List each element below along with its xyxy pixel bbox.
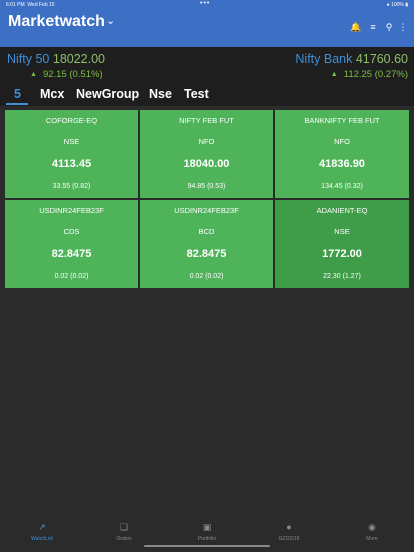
- tile-change: 134.45 (0.32): [321, 183, 363, 190]
- watchlist-tile[interactable]: COFORGE-EQ NSE 4113.45 33.55 (0.82): [5, 110, 138, 198]
- arrow-up-icon: ▲: [330, 71, 338, 78]
- tile-change: 33.55 (0.82): [52, 183, 91, 190]
- arrow-up-icon: ▲: [30, 71, 37, 78]
- home-indicator[interactable]: [144, 545, 270, 547]
- index-nifty-bank[interactable]: Nifty Bank 41760.60: [295, 52, 408, 66]
- tile-symbol: USDINR24FEB23F: [174, 206, 239, 215]
- nav-label: GZ10216: [278, 536, 300, 542]
- tile-change: 0.02 (0.02): [189, 273, 224, 280]
- watchlist-tile[interactable]: NIFTY FEB FUT NFO 18040.00 94.85 (0.53): [140, 110, 273, 198]
- nav-portfolio[interactable]: ▣ Portfolio: [182, 522, 232, 542]
- chart-line-icon: ↗: [38, 522, 46, 532]
- more-vertical-icon[interactable]: ⋮: [397, 22, 409, 33]
- tile-exchange: NSE: [334, 227, 350, 236]
- tab-mcx[interactable]: Mcx: [40, 87, 64, 101]
- nav-profile[interactable]: ● GZ10216: [264, 522, 314, 542]
- page-title[interactable]: Marketwatch: [8, 13, 105, 31]
- user-icon: ●: [286, 522, 292, 532]
- orders-icon: ❏: [119, 522, 129, 532]
- search-icon[interactable]: ⚲: [383, 22, 395, 33]
- tab-test[interactable]: Test: [184, 87, 209, 101]
- tile-symbol: COFORGE-EQ: [45, 116, 98, 125]
- watchlist-grid: COFORGE-EQ NSE 4113.45 33.55 (0.82) NIFT…: [5, 110, 409, 288]
- tile-exchange: NFO: [334, 137, 350, 146]
- nav-label: Orders: [116, 536, 132, 542]
- tab-5[interactable]: 5: [14, 87, 21, 101]
- briefcase-icon: ▣: [202, 522, 212, 532]
- tile-exchange: NSE: [63, 137, 80, 146]
- index-value: 18022.00: [52, 52, 106, 66]
- active-tab-indicator: [6, 103, 28, 105]
- tile-symbol: NIFTY FEB FUT: [179, 116, 234, 125]
- tile-ltp: 18040.00: [183, 158, 230, 170]
- nav-label: WatchList: [31, 536, 53, 542]
- tile-change: 0.02 (0.02): [54, 273, 89, 280]
- more-icon: ◉: [368, 522, 376, 532]
- nav-watchlist[interactable]: ↗ WatchList: [17, 522, 67, 542]
- nav-more[interactable]: ◉ More: [347, 522, 397, 542]
- tile-ltp: 82.8475: [186, 248, 227, 260]
- tile-symbol: USDINR24FEB23F: [39, 206, 104, 215]
- nav-orders[interactable]: ❏ Orders: [99, 522, 149, 542]
- tile-symbol: BANKNIFTY FEB FUT: [304, 116, 380, 125]
- index-value: 41760.60: [355, 52, 408, 66]
- tile-change: 94.85 (0.53): [187, 183, 226, 190]
- tile-symbol: ADANIENT-EQ: [316, 206, 368, 215]
- index-change: ▲ 112.25 (0.27%): [330, 69, 408, 80]
- status-time: 6:01 PM Wed Feb 15: [6, 2, 55, 8]
- multitasking-dots[interactable]: •••: [200, 0, 210, 7]
- tile-ltp: 82.8475: [51, 248, 92, 260]
- nav-label: Portfolio: [197, 536, 217, 542]
- status-battery: ● 100% ▮: [386, 2, 408, 8]
- watchlist-tile[interactable]: USDINR24FEB23F CDS 82.8475 0.02 (0.02): [5, 200, 138, 288]
- tile-exchange: CDS: [63, 227, 80, 236]
- tile-ltp: 4113.45: [51, 158, 92, 170]
- index-nifty-50[interactable]: Nifty 50 18022.00: [7, 52, 105, 66]
- tile-ltp: 41836.90: [319, 158, 365, 170]
- tile-change: 22.30 (1.27): [323, 273, 361, 280]
- index-change: ▲ 92.15 (0.51%): [30, 69, 103, 80]
- tab-newgroup[interactable]: NewGroup: [76, 87, 139, 101]
- chevron-down-icon[interactable]: ⌄: [106, 14, 115, 27]
- watchlist-tile[interactable]: USDINR24FEB23F BCD 82.8475 0.02 (0.02): [140, 200, 273, 288]
- watchlist-tile[interactable]: BANKNIFTY FEB FUT NFO 41836.90 134.45 (0…: [275, 110, 409, 198]
- bell-icon[interactable]: 🔔: [350, 22, 362, 33]
- watchlist-tabs: 5 Mcx NewGroup Nse Test: [0, 84, 414, 106]
- watchlist-tile[interactable]: ADANIENT-EQ NSE 1772.00 22.30 (1.27): [275, 200, 409, 288]
- app-header: Marketwatch ⌄ 🔔 ≡ ⚲ ⋮: [0, 10, 414, 47]
- index-bar: Nifty 50 18022.00 ▲ 92.15 (0.51%) Nifty B…: [0, 47, 414, 84]
- tile-exchange: NFO: [198, 137, 215, 146]
- status-bar: 6:01 PM Wed Feb 15 ••• ● 100% ▮: [0, 0, 414, 10]
- tile-ltp: 1772.00: [322, 248, 362, 260]
- nav-label: More: [366, 536, 378, 542]
- sort-icon[interactable]: ≡: [367, 22, 379, 32]
- tile-exchange: BCD: [198, 227, 215, 236]
- tab-nse[interactable]: Nse: [149, 87, 172, 101]
